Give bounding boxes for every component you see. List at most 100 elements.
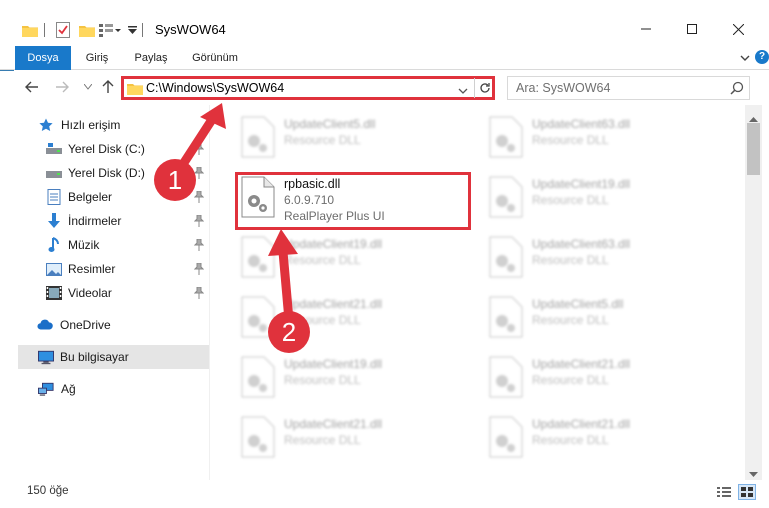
pin-icon[interactable] xyxy=(193,286,205,299)
file-name: UpdateClient63.dll xyxy=(532,237,631,251)
file-description: Resource DLL xyxy=(532,193,609,207)
sidebar-item-pictures[interactable]: Resimler xyxy=(0,257,210,281)
star-icon xyxy=(38,117,54,133)
view-options-icon[interactable] xyxy=(99,20,121,40)
tiles-view-icon[interactable] xyxy=(738,484,756,500)
sidebar-item-videos[interactable]: Videolar xyxy=(0,281,210,305)
tab-home[interactable]: Giriş xyxy=(75,46,119,70)
sidebar-item-label: Hızlı erişim xyxy=(61,118,121,132)
back-arrow-icon[interactable] xyxy=(22,77,42,97)
list-item[interactable]: UpdateClient21.dll Resource DLL xyxy=(486,413,726,469)
toolbar-separator xyxy=(142,23,143,37)
file-description: Resource DLL xyxy=(532,313,609,327)
tab-view[interactable]: Görünüm xyxy=(184,46,246,70)
list-item[interactable]: UpdateClient19.dll Resource DLL xyxy=(486,173,726,229)
dll-file-icon xyxy=(241,356,275,398)
search-box[interactable]: Ara: SysWOW64 xyxy=(507,76,750,100)
pin-icon[interactable] xyxy=(193,190,205,203)
sidebar-item-label: Belgeler xyxy=(68,190,113,204)
expand-ribbon-icon[interactable] xyxy=(739,52,751,64)
pin-icon[interactable] xyxy=(193,238,205,251)
file-name: UpdateClient19.dll xyxy=(532,177,631,191)
folder-icon xyxy=(127,82,143,98)
search-input[interactable]: Ara: SysWOW64 xyxy=(516,81,610,95)
file-list: UpdateClient5.dll Resource DLL rpbasic.d… xyxy=(210,105,745,480)
file-name: UpdateClient21.dll xyxy=(284,417,383,431)
dll-file-icon xyxy=(489,296,523,338)
sidebar-item-disk-c[interactable]: Yerel Disk (C:) xyxy=(0,137,210,161)
scrollbar-thumb[interactable] xyxy=(747,123,760,175)
sidebar-item-this-pc[interactable]: Bu bilgisayar xyxy=(18,345,209,369)
list-item[interactable]: UpdateClient21.dll Resource DLL xyxy=(238,413,478,469)
sidebar-item-label: Yerel Disk (D:) xyxy=(68,166,145,180)
details-view-icon[interactable] xyxy=(715,484,733,500)
music-icon xyxy=(46,237,62,253)
new-folder-icon[interactable] xyxy=(79,20,95,40)
sidebar-item-label: Bu bilgisayar xyxy=(60,350,129,364)
pin-icon[interactable] xyxy=(193,262,205,275)
cloud-icon xyxy=(37,317,53,333)
drive-icon xyxy=(46,141,62,157)
address-bar[interactable]: C:\Windows\SysWOW64 xyxy=(121,76,495,100)
recent-locations-icon[interactable] xyxy=(78,77,98,97)
forward-arrow-icon[interactable] xyxy=(52,77,72,97)
sidebar-item-label: OneDrive xyxy=(60,318,111,332)
vertical-scrollbar[interactable] xyxy=(745,105,762,480)
window-title: SysWOW64 xyxy=(155,22,226,37)
downloads-icon xyxy=(46,213,62,229)
up-arrow-icon[interactable] xyxy=(98,77,118,97)
folder-icon[interactable] xyxy=(22,20,38,40)
dll-file-icon xyxy=(489,116,523,158)
sidebar-item-downloads[interactable]: İndirmeler xyxy=(0,209,210,233)
list-item[interactable]: UpdateClient19.dll Resource DLL xyxy=(238,353,478,409)
tab-file[interactable]: Dosya xyxy=(15,46,71,70)
file-name: UpdateClient63.dll xyxy=(532,117,631,131)
file-name: UpdateClient21.dll xyxy=(532,417,631,431)
list-item[interactable]: UpdateClient63.dll Resource DLL xyxy=(486,233,726,289)
file-description: Resource DLL xyxy=(284,433,361,447)
minimize-button[interactable] xyxy=(623,14,669,44)
dll-file-icon xyxy=(241,116,275,158)
file-name: UpdateClient21.dll xyxy=(284,297,383,311)
sidebar-item-label: İndirmeler xyxy=(68,214,122,228)
file-description: Resource DLL xyxy=(532,373,609,387)
dll-file-icon xyxy=(489,356,523,398)
title-bar: SysWOW64 xyxy=(0,0,769,46)
file-name: UpdateClient19.dll xyxy=(284,237,383,251)
sidebar-item-music[interactable]: Müzik xyxy=(0,233,210,257)
address-path[interactable]: C:\Windows\SysWOW64 xyxy=(146,81,284,95)
list-item[interactable]: UpdateClient21.dll Resource DLL xyxy=(486,353,726,409)
file-description: Resource DLL xyxy=(532,433,609,447)
ribbon: Dosya Giriş Paylaş Görünüm ? xyxy=(0,46,769,70)
sidebar-item-quick-access[interactable]: Hızlı erişim xyxy=(0,113,210,137)
scroll-up-icon[interactable] xyxy=(749,111,758,122)
sidebar-item-onedrive[interactable]: OneDrive xyxy=(0,313,210,337)
dll-file-icon xyxy=(489,236,523,278)
sidebar-item-network[interactable]: Ağ xyxy=(0,377,210,401)
scroll-down-icon[interactable] xyxy=(749,467,758,477)
file-description: Resource DLL xyxy=(532,253,609,267)
chevron-down-icon[interactable] xyxy=(458,84,468,94)
refresh-icon[interactable] xyxy=(478,79,492,97)
sidebar-item-label: Ağ xyxy=(61,382,76,396)
close-button[interactable] xyxy=(715,14,761,44)
step-badge-1: 1 xyxy=(154,159,196,201)
properties-icon[interactable] xyxy=(56,20,70,40)
customize-toolbar-icon[interactable] xyxy=(128,20,137,40)
list-item[interactable]: UpdateClient5.dll Resource DLL xyxy=(486,293,726,349)
search-icon[interactable] xyxy=(730,81,744,95)
maximize-button[interactable] xyxy=(669,14,715,44)
list-item[interactable]: UpdateClient5.dll Resource DLL xyxy=(238,113,478,169)
sidebar-item-label: Videolar xyxy=(68,286,112,300)
tab-share[interactable]: Paylaş xyxy=(126,46,176,70)
help-icon[interactable]: ? xyxy=(755,50,769,64)
file-name: UpdateClient19.dll xyxy=(284,357,383,371)
file-description: Resource DLL xyxy=(532,133,609,147)
pin-icon[interactable] xyxy=(193,142,205,155)
file-description: Resource DLL xyxy=(284,133,361,147)
file-name: UpdateClient5.dll xyxy=(284,117,376,131)
pin-icon[interactable] xyxy=(193,214,205,227)
list-item[interactable]: UpdateClient63.dll Resource DLL xyxy=(486,113,726,169)
list-item[interactable]: UpdateClient19.dll Resource DLL xyxy=(238,233,478,289)
sidebar-item-label: Yerel Disk (C:) xyxy=(68,142,145,156)
